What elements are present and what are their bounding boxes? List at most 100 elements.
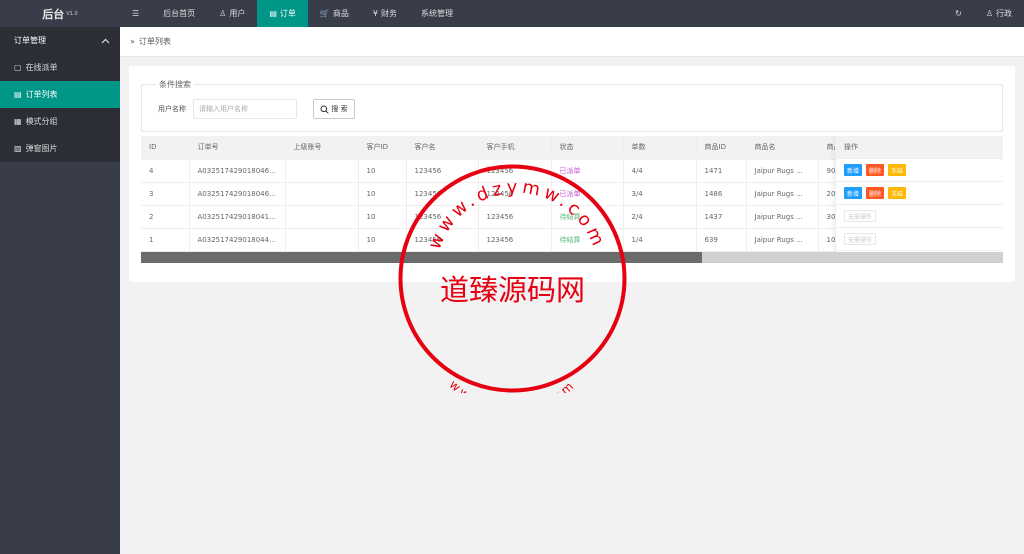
- cell-goods: Jaipur Rugs ...: [746, 228, 819, 252]
- sidebar-item-label: 在线派单: [25, 63, 58, 72]
- list-icon: ▤: [14, 90, 22, 99]
- delete-button[interactable]: 删除: [866, 187, 885, 199]
- sidebar-group-label: 订单管理: [14, 36, 46, 45]
- column-header[interactable]: 商品名: [746, 136, 819, 160]
- nav-orders-label: 订单: [279, 9, 296, 18]
- cell-goods: Jaipur Rugs ...: [746, 182, 819, 206]
- column-header[interactable]: 上级账号: [285, 136, 359, 160]
- column-header[interactable]: 客户ID: [358, 136, 407, 160]
- operations-row: 新增 删除 冻结: [836, 159, 1003, 182]
- operations-header: 操作: [836, 136, 1003, 159]
- breadcrumb-separator-icon: »: [130, 37, 135, 46]
- refresh-button[interactable]: ↻: [943, 0, 974, 27]
- column-header[interactable]: 商品ID: [696, 136, 747, 160]
- nav-finance-label: 财务: [380, 9, 397, 18]
- nav-users-label: 用户: [229, 9, 246, 18]
- cell-count: 1/4: [623, 228, 697, 252]
- add-button[interactable]: 新增: [844, 187, 863, 199]
- delete-button[interactable]: 删除: [866, 164, 885, 176]
- search-label: 用户名称: [158, 105, 186, 113]
- app-logo[interactable]: 后台 V1.0: [0, 0, 120, 27]
- no-action-button: 无需操作: [844, 233, 877, 245]
- cell-parent: [285, 205, 359, 229]
- sidebar-item-label: 弹窗图片: [25, 144, 58, 153]
- username-search-input[interactable]: [193, 99, 297, 119]
- cell-parent: [285, 182, 359, 206]
- sidebar-group-orders[interactable]: 订单管理: [0, 27, 120, 54]
- breadcrumb: » 订单列表: [120, 27, 1024, 57]
- top-navbar: 后台 V1.0 ☰ 后台首页 ♙ 用户 ▤ 订单 🛒 商品 ¥ 财务 系统管理 ↻ ♙ 行政: [0, 0, 1024, 27]
- yen-icon: ¥: [372, 9, 378, 18]
- sidebar-item-mode-group[interactable]: ▦ 模式分组: [0, 108, 120, 135]
- cell-goods-id: 1471: [696, 159, 747, 183]
- refresh-icon: ↻: [955, 9, 962, 18]
- cell-goods-id: 639: [696, 228, 747, 252]
- nav-users[interactable]: ♙ 用户: [207, 0, 257, 27]
- search-legend: 条件搜索: [156, 79, 194, 90]
- cell-order-no: A03251742901804179: [189, 205, 286, 229]
- nav-goods[interactable]: 🛒 商品: [308, 0, 361, 27]
- image-icon: ▨: [14, 144, 22, 153]
- nav-home[interactable]: 后台首页: [151, 0, 207, 27]
- cell-parent: [285, 159, 359, 183]
- app-title: 后台: [42, 7, 65, 21]
- chevron-up-icon: [101, 38, 110, 43]
- breadcrumb-current[interactable]: 订单列表: [139, 36, 171, 47]
- cell-order-no: A032517429018046​82: [189, 159, 286, 183]
- cell-order-no: A03251742901804407: [189, 228, 286, 252]
- add-button[interactable]: 新增: [844, 164, 863, 176]
- sidebar-item-popup-image[interactable]: ▨ 弹窗图片: [0, 135, 120, 162]
- user-menu[interactable]: ♙ 行政: [974, 0, 1024, 27]
- column-header[interactable]: 订单号: [189, 136, 286, 160]
- sidebar-item-online-dispatch[interactable]: ▢ 在线派单: [0, 54, 120, 81]
- sidebar-item-label: 模式分组: [25, 117, 58, 126]
- nav-finance[interactable]: ¥ 财务: [361, 0, 409, 27]
- document-icon: ▤: [269, 9, 277, 18]
- cell-count: 2/4: [623, 205, 697, 229]
- column-header[interactable]: 单数: [623, 136, 697, 160]
- column-header[interactable]: 客户手机: [478, 136, 552, 160]
- freeze-button[interactable]: 冻结: [888, 187, 907, 199]
- cell-count: 4/4: [623, 159, 697, 183]
- freeze-button[interactable]: 冻结: [888, 164, 907, 176]
- menu-toggle-button[interactable]: ☰: [120, 0, 151, 27]
- stamp-top-text: www.dzymw.com: [424, 177, 610, 253]
- no-action-button: 无需操作: [844, 210, 877, 222]
- stamp-center-text: 道臻源码网: [440, 273, 585, 307]
- cell-id: 2: [141, 205, 190, 229]
- nav-goods-label: 商品: [332, 9, 349, 18]
- group-icon: ▦: [14, 117, 22, 126]
- cell-parent: [285, 228, 359, 252]
- nav-system[interactable]: 系统管理: [409, 0, 465, 27]
- column-header[interactable]: ID: [141, 136, 190, 160]
- cell-goods-id: 1486: [696, 182, 747, 206]
- column-header[interactable]: 状态: [551, 136, 624, 160]
- sidebar-item-order-list[interactable]: ▤ 订单列表: [0, 81, 120, 108]
- nav-system-label: 系统管理: [420, 9, 453, 18]
- cart-icon: 🛒: [319, 9, 330, 18]
- nav-orders[interactable]: ▤ 订单: [257, 0, 308, 27]
- search-button-label: 搜 索: [331, 105, 348, 113]
- cell-id: 1: [141, 228, 190, 252]
- cell-id: 4: [141, 159, 190, 183]
- watermark-stamp: www.dzymw.com 道臻源码网 www.dzymw.com: [398, 164, 627, 393]
- sidebar: 订单管理 ▢ 在线派单 ▤ 订单列表 ▦ 模式分组 ▨ 弹窗图片: [0, 27, 120, 554]
- operations-column: 操作 新增 删除 冻结 新增 删除 冻结 无需操作 无需操作: [835, 136, 1003, 252]
- cell-goods-id: 1437: [696, 205, 747, 229]
- cell-id: 3: [141, 182, 190, 206]
- cell-goods: Jaipur Rugs ...: [746, 205, 819, 229]
- main-nav: ☰ 后台首页 ♙ 用户 ▤ 订单 🛒 商品 ¥ 财务 系统管理: [120, 0, 465, 27]
- nav-right: ↻ ♙ 行政: [943, 0, 1024, 27]
- search-icon: [320, 105, 330, 114]
- user-name: 行政: [996, 9, 1012, 18]
- edit-icon: ▢: [14, 63, 22, 72]
- user-icon: ♙: [985, 9, 993, 18]
- column-header[interactable]: 客户名: [406, 136, 479, 160]
- sidebar-item-label: 订单列表: [25, 90, 58, 99]
- operations-row: 无需操作: [836, 205, 1003, 228]
- operations-row: 新增 删除 冻结: [836, 182, 1003, 205]
- nav-home-label: 后台首页: [163, 9, 196, 18]
- search-button[interactable]: 搜 索: [313, 99, 355, 119]
- cell-order-no: A03251742901804613: [189, 182, 286, 206]
- app-version: V1.0: [66, 10, 78, 17]
